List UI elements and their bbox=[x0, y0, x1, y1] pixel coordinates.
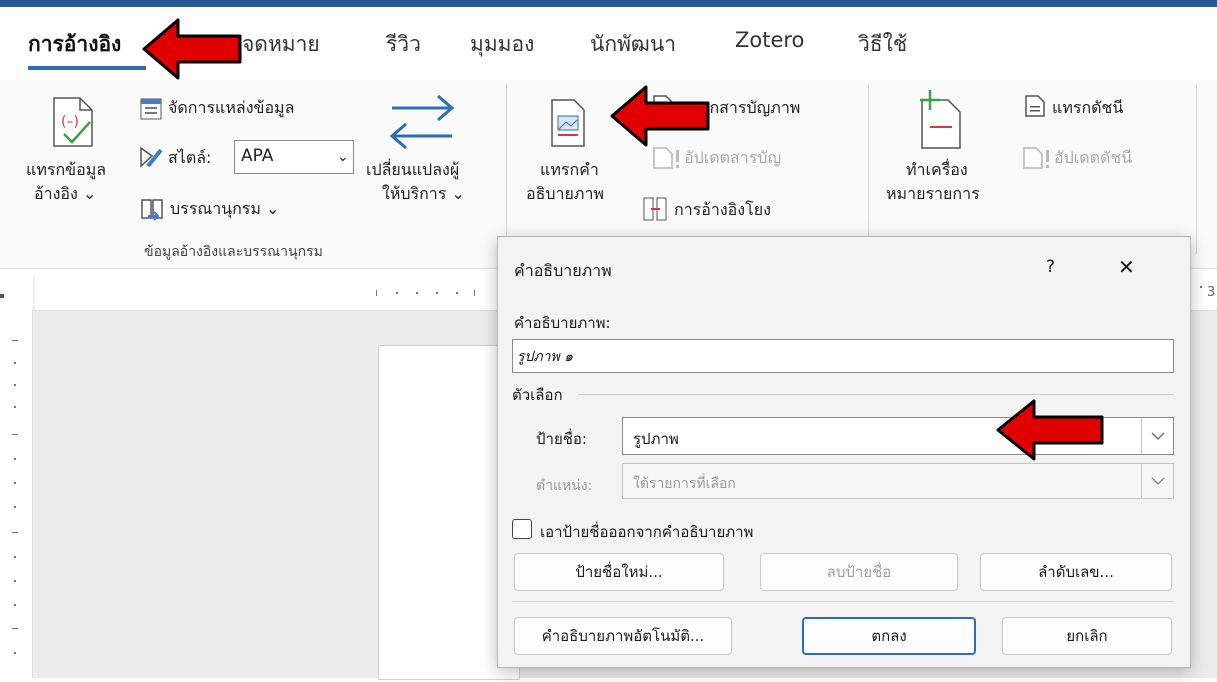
cancel-button[interactable]: ยกเลิก bbox=[1002, 617, 1172, 655]
insert-index-label: แทรกดัชนี bbox=[1052, 98, 1124, 117]
help-button[interactable]: ? bbox=[1046, 257, 1055, 277]
new-label-button[interactable]: ป้ายชื่อใหม่... bbox=[514, 553, 724, 591]
annotation-arrow-tab bbox=[142, 18, 242, 80]
chevron-down-icon[interactable] bbox=[1141, 464, 1173, 498]
insert-citation-label: แทรกข้อมูล bbox=[26, 160, 107, 179]
update-index-label: อัปเดตดัชนี bbox=[1054, 148, 1133, 167]
active-tab-indicator bbox=[28, 66, 146, 70]
ribbon-separator bbox=[506, 84, 507, 254]
ribbon-separator-3 bbox=[1196, 84, 1197, 254]
svg-text:(–): (–) bbox=[61, 114, 79, 130]
label-dropdown-value: รูปภาพ bbox=[633, 430, 679, 448]
delete-label-button[interactable]: ลบป้ายชื่อ bbox=[760, 553, 958, 591]
style-label: สไตล์: bbox=[168, 148, 212, 167]
position-dropdown-value: ใต้รายการที่เลือก bbox=[633, 476, 736, 492]
style-dropdown[interactable]: APA ⌄ bbox=[234, 140, 354, 174]
caption-label: คำอธิบายภาพ: bbox=[514, 314, 611, 332]
numbering-button[interactable]: ลำดับเลข... bbox=[980, 553, 1172, 591]
exclude-label-text: เอาป้ายชื่อออกจากคำอธิบายภาพ bbox=[540, 523, 754, 541]
citations-group-label: ข้อมูลอ้างอิงและบรรณานุกรม bbox=[144, 244, 323, 260]
tab-developer[interactable]: นักพัฒนา bbox=[590, 28, 676, 61]
manage-sources-icon bbox=[140, 98, 162, 120]
bibliography-icon bbox=[141, 199, 163, 221]
position-field-label: ตำแหน่ง: bbox=[536, 478, 593, 494]
tab-mailings[interactable]: จดหมาย bbox=[242, 28, 320, 61]
chevron-down-icon: ⌄ bbox=[337, 149, 349, 165]
annotation-arrow-caption bbox=[610, 85, 710, 147]
chevron-down-icon[interactable] bbox=[1141, 418, 1173, 454]
window-top-border bbox=[0, 0, 1217, 7]
svg-text:3: 3 bbox=[1207, 285, 1215, 300]
exclude-label-checkbox[interactable] bbox=[512, 519, 532, 539]
mark-entry-icon bbox=[920, 90, 961, 149]
insert-caption-label-2: อธิบายภาพ bbox=[526, 184, 604, 203]
mark-entry-label-2: หมายรายการ bbox=[886, 184, 980, 203]
ok-button[interactable]: ตกลง bbox=[802, 617, 976, 655]
insert-citation-icon: (–) bbox=[53, 97, 93, 147]
insert-caption-icon bbox=[551, 99, 585, 147]
style-brush-icon bbox=[140, 146, 163, 168]
options-group-label: ตัวเลือก bbox=[512, 386, 563, 404]
switch-provider-label: เปลี่ยนแปลงผู้ bbox=[366, 160, 460, 179]
cross-reference-icon bbox=[643, 197, 667, 221]
insert-caption-label: แทรกคำ bbox=[540, 160, 599, 179]
insert-citation-label-2: อ้างอิง ⌄ bbox=[34, 184, 97, 203]
mark-entry-label: ทำเครื่อง bbox=[906, 160, 968, 179]
switch-provider-label-2: ให้บริการ ⌄ bbox=[382, 184, 465, 203]
tab-review[interactable]: รีวิว bbox=[386, 28, 421, 61]
autocaption-button[interactable]: คำอธิบายภาพอัตโนมัติ... bbox=[514, 617, 732, 655]
label-field-label: ป้ายชื่อ: bbox=[536, 430, 587, 448]
ribbon-separator-2 bbox=[868, 84, 869, 254]
dialog-divider bbox=[512, 601, 1174, 602]
tab-view[interactable]: มุมมอง bbox=[470, 28, 534, 61]
vertical-ruler bbox=[0, 310, 33, 678]
caption-input[interactable]: รูปภาพ ๑ bbox=[512, 339, 1174, 373]
caption-input-value: รูปภาพ ๑ bbox=[517, 349, 574, 365]
insert-index-icon bbox=[1025, 95, 1045, 117]
tab-zotero[interactable]: Zotero bbox=[735, 28, 804, 52]
manage-sources-label: จัดการแหล่งข้อมูล bbox=[168, 98, 295, 117]
style-dropdown-value: APA bbox=[241, 146, 274, 166]
tab-help[interactable]: วิธีใช้ bbox=[858, 28, 907, 61]
bibliography-label: บรรณานุกรม ⌄ bbox=[170, 199, 280, 218]
tab-references[interactable]: การอ้างอิง bbox=[28, 28, 121, 61]
dialog-title: คำอธิบายภาพ bbox=[514, 261, 612, 280]
close-button[interactable]: ✕ bbox=[1118, 255, 1135, 279]
annotation-arrow-label bbox=[996, 399, 1104, 461]
update-index-icon bbox=[1023, 147, 1049, 169]
cross-reference-label: การอ้างอิงโยง bbox=[674, 200, 771, 219]
position-dropdown[interactable]: ใต้รายการที่เลือก bbox=[622, 463, 1174, 499]
swap-arrows-icon bbox=[389, 94, 455, 150]
options-divider bbox=[578, 394, 1174, 395]
